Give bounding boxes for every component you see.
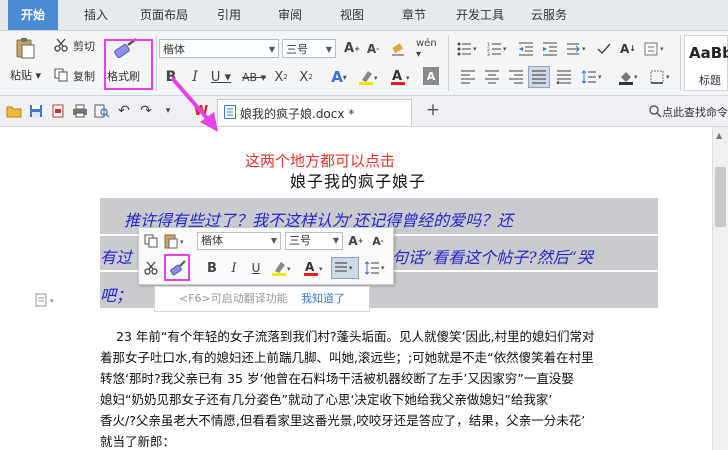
translate-tip: <F6>可启动翻译功能 我知道了: [154, 286, 370, 312]
svg-text:▾: ▾: [381, 264, 385, 272]
svg-text:▾: ▾: [319, 265, 323, 273]
body-text-line[interactable]: 媳妇“奶奶见那女子还有几分姿色”就动了心思‘决定收下她给我父亲做媳妇”给我家’: [100, 389, 552, 408]
body-text-line[interactable]: 就当了新郎：: [100, 431, 175, 450]
svg-text:▾: ▾: [349, 264, 353, 272]
mini-underline-icon[interactable]: U: [247, 258, 265, 278]
mini-font-size-combo[interactable]: 三号 ▼: [285, 232, 343, 250]
body-text-line[interactable]: 转悠‘那时?我父亲已有 35 岁’他曾在石料场干活被机器绞断了左手’又因家穷”一…: [100, 368, 574, 387]
mini-copy-icon[interactable]: [143, 232, 159, 250]
mini-font-name-combo[interactable]: 楷体 ▼: [197, 232, 281, 250]
body-text-line[interactable]: 着那女子吐口水,有的媳妇还上前踹几脚、叫她,滚远些；;可她就是不走“依然傻笑着在…: [100, 347, 594, 366]
mini-line-spacing-icon[interactable]: ▾: [363, 258, 389, 278]
mini-grow-font-icon[interactable]: A +: [347, 232, 365, 250]
mini-paste-icon[interactable]: ▾: [163, 232, 189, 250]
svg-text:▾: ▾: [180, 238, 184, 246]
mini-justify-icon[interactable]: ▾: [331, 257, 359, 279]
svg-text:▾: ▾: [287, 265, 291, 273]
body-text-line[interactable]: 23 年前“有个年轻的女子流落到我们村?蓬头垢面。见人就傻笑’因此,村里的媳妇们…: [116, 326, 594, 345]
selected-text-line[interactable]: 有过: [100, 244, 132, 268]
mini-italic-icon[interactable]: I: [225, 258, 243, 278]
paragraph-layout-icon[interactable]: ▾: [34, 292, 60, 308]
mini-shrink-font-icon[interactable]: A-: [369, 232, 387, 250]
mini-bold-icon[interactable]: B: [203, 258, 221, 278]
mini-highlight-color-icon[interactable]: ▾: [269, 258, 295, 278]
svg-text:A: A: [305, 260, 315, 274]
mini-scissors-icon[interactable]: [143, 258, 159, 278]
mini-font-color-icon[interactable]: A ▾: [301, 258, 327, 278]
mini-format-painter-highlight: [164, 254, 190, 281]
selected-text-line[interactable]: 句话”看看这个帖子?然后“哭: [392, 244, 593, 268]
body-text-line[interactable]: 香火/?父亲虽老大不情愿,但看看家里这番光景,咬咬牙还是答应了，结果，父亲一分未…: [100, 410, 585, 429]
translate-hint: <F6>可启动翻译功能: [179, 292, 288, 305]
got-it-link[interactable]: 我知道了: [301, 287, 345, 311]
svg-text:▾: ▾: [50, 297, 54, 305]
floating-mini-toolbar: ▾ 楷体 ▼ 三号 ▼ A + A- B I U ▾ A ▾ ▾ ▾: [138, 227, 394, 285]
selected-text-line[interactable]: 吧；: [100, 282, 132, 306]
